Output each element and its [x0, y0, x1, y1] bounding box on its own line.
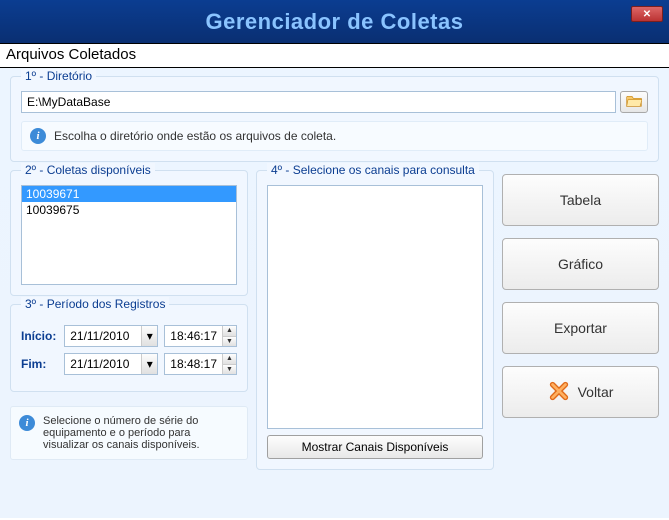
app-title: Gerenciador de Coletas — [206, 9, 464, 35]
window-close-button[interactable]: ✕ — [631, 6, 663, 22]
group-periodo: 3º - Período dos Registros Início: 21/11… — [10, 304, 248, 392]
canais-listbox[interactable] — [267, 185, 483, 429]
list-item[interactable]: 10039675 — [22, 202, 236, 218]
chevron-down-icon: ▾ — [141, 326, 157, 346]
folder-icon — [626, 94, 642, 111]
inicio-label: Início: — [21, 329, 58, 343]
periodo-hint-text: Selecione o número de série do equipamen… — [43, 415, 239, 451]
fim-date-value: 21/11/2010 — [65, 357, 141, 371]
group-coletas-title: 2º - Coletas disponíveis — [21, 163, 155, 177]
spinner-icon: ▲▼ — [222, 354, 236, 374]
exportar-label: Exportar — [554, 320, 607, 336]
group-periodo-title: 3º - Período dos Registros — [21, 297, 169, 311]
fim-label: Fim: — [21, 357, 58, 371]
group-coletas: 2º - Coletas disponíveis 100396711003967… — [10, 170, 248, 296]
close-icon: ✕ — [643, 9, 651, 20]
diretorio-input[interactable] — [21, 91, 616, 113]
diretorio-hint: i Escolha o diretório onde estão os arqu… — [21, 121, 648, 151]
group-diretorio: 1º - Diretório i Escolha o diretório ond… — [10, 76, 659, 162]
fim-date-picker[interactable]: 21/11/2010 ▾ — [64, 353, 158, 375]
diretorio-hint-text: Escolha o diretório onde estão os arquiv… — [54, 129, 336, 143]
inicio-time-value: 18:46:17 — [165, 329, 222, 343]
exportar-button[interactable]: Exportar — [502, 302, 659, 354]
title-bar: Gerenciador de Coletas ✕ — [0, 0, 669, 44]
browse-folder-button[interactable] — [620, 91, 648, 113]
group-canais-title: 4º - Selecione os canais para consulta — [267, 163, 479, 177]
inicio-date-value: 21/11/2010 — [65, 329, 141, 343]
chevron-down-icon: ▾ — [141, 354, 157, 374]
group-canais: 4º - Selecione os canais para consulta M… — [256, 170, 494, 470]
group-diretorio-title: 1º - Diretório — [21, 69, 96, 83]
spinner-icon: ▲▼ — [222, 326, 236, 346]
fim-time-spinner[interactable]: 18:48:17 ▲▼ — [164, 353, 237, 375]
mostrar-canais-button[interactable]: Mostrar Canais Disponíveis — [267, 435, 483, 459]
tabela-button[interactable]: Tabela — [502, 174, 659, 226]
periodo-hint: i Selecione o número de série do equipam… — [10, 406, 248, 460]
voltar-label: Voltar — [578, 384, 614, 400]
inicio-date-picker[interactable]: 21/11/2010 ▾ — [64, 325, 158, 347]
grafico-button[interactable]: Gráfico — [502, 238, 659, 290]
tabela-label: Tabela — [560, 192, 601, 208]
voltar-button[interactable]: Voltar — [502, 366, 659, 418]
list-item[interactable]: 10039671 — [22, 186, 236, 202]
coletas-listbox[interactable]: 1003967110039675 — [21, 185, 237, 285]
info-icon: i — [19, 415, 35, 431]
grafico-label: Gráfico — [558, 256, 603, 272]
inicio-time-spinner[interactable]: 18:46:17 ▲▼ — [164, 325, 237, 347]
fim-time-value: 18:48:17 — [165, 357, 222, 371]
content-area: 1º - Diretório i Escolha o diretório ond… — [0, 68, 669, 518]
cancel-icon — [548, 380, 570, 405]
section-header: Arquivos Coletados — [0, 44, 669, 68]
info-icon: i — [30, 128, 46, 144]
